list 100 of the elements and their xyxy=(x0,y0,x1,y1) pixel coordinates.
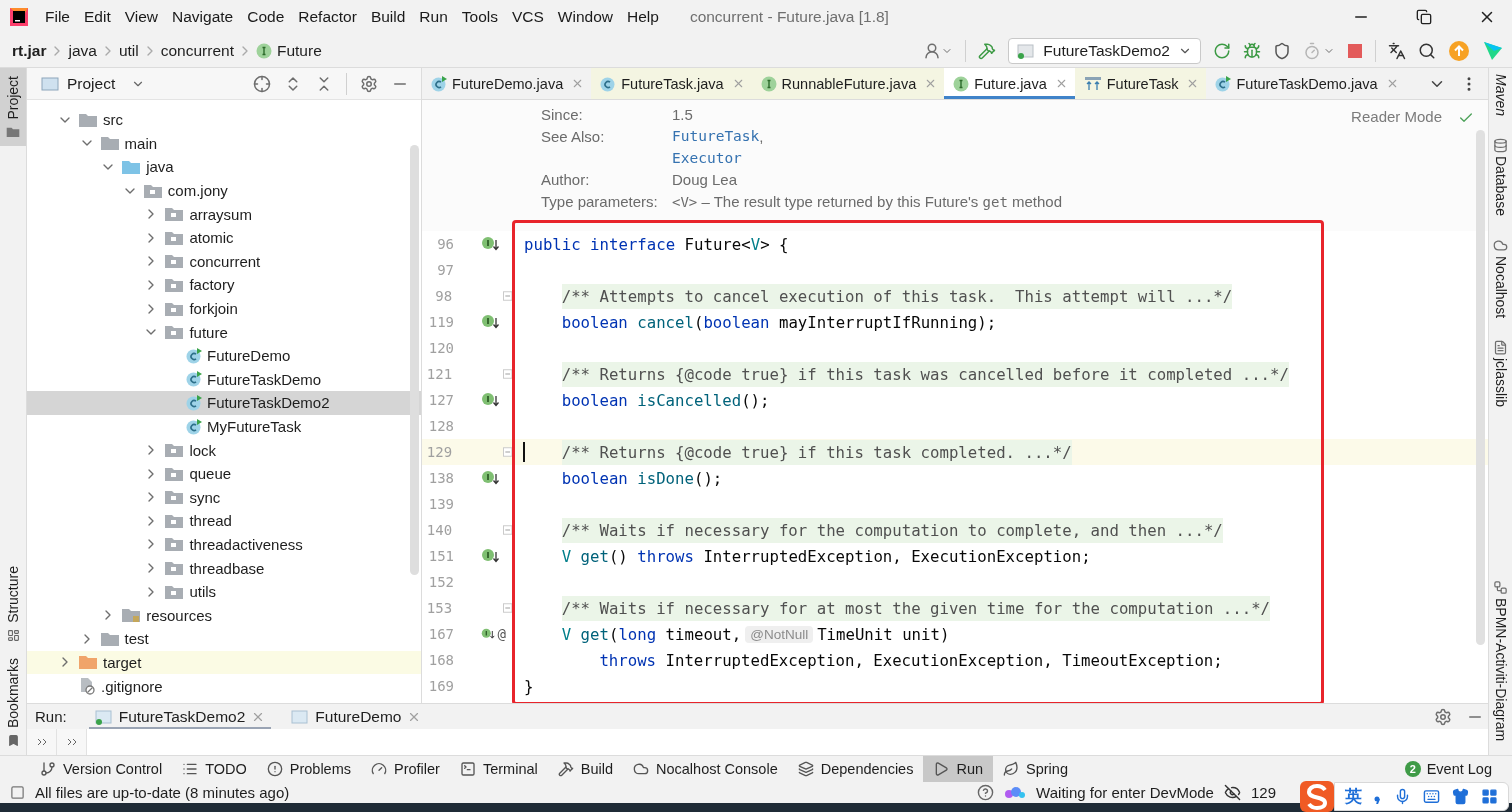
settings-icon[interactable] xyxy=(360,74,378,93)
breadcrumb[interactable]: java xyxy=(68,41,97,60)
database-icon[interactable] xyxy=(1493,138,1508,154)
caret-position[interactable]: 129 xyxy=(1250,784,1276,801)
restore-icon[interactable] xyxy=(1416,9,1432,25)
bug-icon[interactable] xyxy=(1243,41,1261,60)
tree-item[interactable]: threadactiveness xyxy=(27,532,421,557)
tool-window-button[interactable]: Nocalhost Console xyxy=(623,756,788,782)
event-log-button[interactable]: 2 Event Log xyxy=(1398,756,1498,782)
tool-window-button[interactable]: Problems xyxy=(256,756,361,782)
user-icon[interactable] xyxy=(923,41,942,60)
tree-item[interactable]: concurrent xyxy=(27,249,421,274)
breadcrumb[interactable]: concurrent xyxy=(160,41,234,60)
menu-item[interactable]: File xyxy=(38,8,77,26)
tool-window-button[interactable]: Spring xyxy=(993,756,1078,782)
shield-icon[interactable] xyxy=(1273,41,1291,60)
tree-item[interactable]: future xyxy=(27,320,421,344)
implemented-marker-icon[interactable] xyxy=(481,626,495,642)
breadcrumb[interactable]: util xyxy=(118,41,139,60)
tree-item[interactable]: target xyxy=(27,650,421,675)
tool-window-button[interactable]: Terminal xyxy=(449,756,548,782)
tree-item[interactable]: FutureDemo xyxy=(27,343,421,368)
menu-item[interactable]: Help xyxy=(620,8,666,26)
cloud-icon[interactable] xyxy=(1493,237,1508,253)
translate-icon[interactable] xyxy=(1388,41,1406,60)
menu-item[interactable]: Run xyxy=(412,8,455,26)
breadcrumb[interactable]: Future xyxy=(276,41,322,60)
tree-item[interactable]: utils xyxy=(27,579,421,604)
doc-link[interactable]: Executor xyxy=(672,148,742,169)
scrollbar[interactable] xyxy=(410,145,419,575)
hammer-icon[interactable] xyxy=(978,41,997,60)
grid-icon[interactable] xyxy=(1481,788,1498,805)
microphone-icon[interactable] xyxy=(1394,788,1411,805)
tree-item[interactable]: MyFutureTask xyxy=(27,414,421,439)
tree-item[interactable]: FutureTaskDemo2 xyxy=(27,391,421,415)
skin-icon[interactable] xyxy=(1452,788,1469,805)
scrollbar[interactable] xyxy=(1476,130,1485,645)
tree-item[interactable]: main xyxy=(27,131,421,156)
annotation-marker[interactable]: @ xyxy=(497,626,506,642)
tool-window-tab[interactable]: Maven xyxy=(1492,74,1509,117)
tree-item[interactable]: test xyxy=(27,627,421,651)
menu-item[interactable]: View xyxy=(117,8,166,26)
eye-off-icon[interactable] xyxy=(1223,784,1241,801)
menu-item[interactable]: Tools xyxy=(454,8,505,26)
help-icon[interactable] xyxy=(977,784,995,801)
tree-item[interactable]: lock xyxy=(27,438,421,462)
reader-mode-link[interactable]: Reader Mode xyxy=(1351,108,1442,125)
tree-item[interactable]: atomic xyxy=(27,225,421,250)
tree-item[interactable]: thread xyxy=(27,509,421,533)
run-tab[interactable]: FutureDemo xyxy=(285,704,428,729)
tree-item[interactable]: forkjoin xyxy=(27,296,421,321)
menu-item[interactable]: Refactor xyxy=(291,8,364,26)
project-view-dropdown[interactable]: Project xyxy=(41,74,146,93)
tool-window-tab[interactable]: jclasslib xyxy=(1492,358,1509,408)
tree-item[interactable]: src xyxy=(27,108,421,132)
tree-item[interactable]: FutureTaskDemo xyxy=(27,367,421,392)
menu-item[interactable]: Window xyxy=(550,8,620,26)
diagram-icon[interactable] xyxy=(1493,579,1508,595)
tree-item[interactable]: .gitignore xyxy=(27,674,421,698)
search-icon[interactable] xyxy=(1418,41,1436,60)
implemented-marker-icon[interactable] xyxy=(481,314,499,330)
tool-window-tab[interactable]: BPMN-Activiti-Diagram xyxy=(1492,597,1509,741)
menu-item[interactable]: VCS xyxy=(504,8,551,26)
editor-tab[interactable]: FutureTask xyxy=(1074,68,1207,99)
keyboard-icon[interactable] xyxy=(1423,788,1440,805)
locate-icon[interactable] xyxy=(253,74,271,93)
input-mode[interactable]: 英 xyxy=(1345,785,1362,808)
tool-window-button[interactable]: Run xyxy=(923,756,994,782)
tree-item[interactable]: resources xyxy=(27,603,421,628)
tree-item[interactable]: arraysum xyxy=(27,202,421,226)
tool-window-button[interactable]: Profiler xyxy=(361,756,450,782)
implemented-marker-icon[interactable] xyxy=(481,470,499,486)
run-configuration-dropdown[interactable]: FutureTaskDemo2 xyxy=(1008,37,1201,64)
breadcrumb[interactable]: rt.jar xyxy=(12,41,47,60)
editor-tab[interactable]: Future.java xyxy=(944,68,1075,99)
implemented-marker-icon[interactable] xyxy=(481,548,499,564)
tree-item[interactable]: com.jony xyxy=(27,178,421,203)
menu-item[interactable]: Build xyxy=(363,8,413,26)
tool-window-tab[interactable]: Bookmarks xyxy=(5,657,21,728)
document-icon[interactable] xyxy=(1493,340,1508,356)
tree-item[interactable]: threadbase xyxy=(27,556,421,580)
tree-item[interactable]: factory xyxy=(27,273,421,297)
menu-item[interactable]: Code xyxy=(240,8,292,26)
tool-window-button[interactable]: Dependencies xyxy=(787,756,924,782)
menu-item[interactable]: Edit xyxy=(77,8,118,26)
editor-tab[interactable]: FutureTask.java xyxy=(591,68,752,99)
tool-window-button[interactable]: Version Control xyxy=(30,756,173,782)
tool-window-tab[interactable]: Structure xyxy=(5,566,21,623)
editor-tab[interactable]: RunnableFuture.java xyxy=(751,68,945,99)
run-tab[interactable]: FutureTaskDemo2 xyxy=(88,704,272,729)
tool-window-tab[interactable]: Nocalhost xyxy=(1492,255,1509,319)
implemented-marker-icon[interactable] xyxy=(481,236,499,252)
tool-window-tab[interactable]: Database xyxy=(1492,156,1509,216)
tree-item[interactable]: sync xyxy=(27,485,421,510)
tool-window-button[interactable]: Build xyxy=(547,756,623,782)
stop-icon[interactable] xyxy=(1347,42,1363,59)
tree-item[interactable]: queue xyxy=(27,461,421,486)
rerun-icon[interactable] xyxy=(1213,41,1231,60)
tree-item[interactable]: java xyxy=(27,155,421,179)
implemented-marker-icon[interactable] xyxy=(481,392,499,408)
